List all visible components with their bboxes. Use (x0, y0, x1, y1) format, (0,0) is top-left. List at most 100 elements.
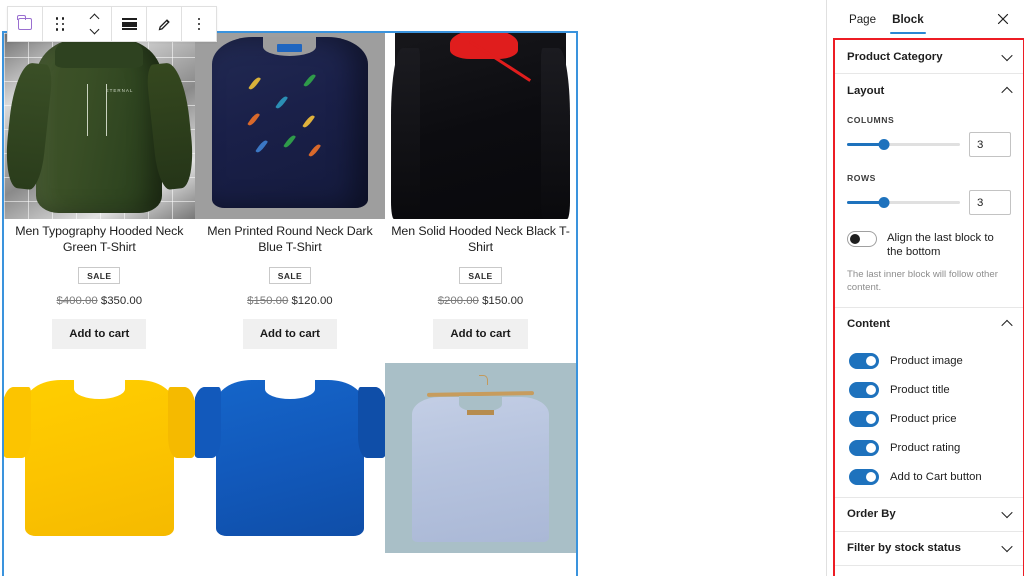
product-image[interactable] (194, 363, 386, 554)
close-settings-button[interactable] (990, 6, 1016, 32)
product-image[interactable] (194, 33, 386, 219)
print-leaf (303, 72, 317, 89)
tab-block[interactable]: Block (884, 0, 932, 38)
product-rating-toggle[interactable] (849, 439, 879, 456)
panel-content-header[interactable]: Content (847, 308, 1013, 341)
rows-number-input[interactable] (969, 190, 1011, 215)
edit-button[interactable] (147, 7, 181, 41)
columns-label: COLUMNS (847, 115, 895, 125)
panel-product-category-header[interactable]: Product Category (847, 40, 1013, 73)
align-button[interactable] (112, 7, 146, 41)
product-card[interactable]: Men Printed Round Neck Dark Blue T-Shirt… (194, 33, 386, 350)
sleeve-left (391, 47, 421, 219)
toolbar-group-align (112, 7, 147, 41)
price-sale: $120.00 (291, 295, 333, 308)
panel-content: Content Product image Product title Prod… (835, 308, 1023, 498)
panel-filter-stock-status: Filter by stock status (835, 532, 1023, 566)
panel-order-by: Order By (835, 498, 1023, 532)
add-to-cart-button[interactable]: Add to cart (242, 319, 337, 350)
block-toolbar[interactable] (7, 6, 217, 42)
product-card[interactable] (4, 363, 195, 554)
columns-number-input[interactable] (969, 132, 1011, 157)
drawstring-left (86, 84, 89, 137)
align-icon (121, 17, 137, 31)
rows-slider[interactable] (847, 196, 960, 210)
product-collection-block[interactable]: ETERNAL Men Typography Hooded Neck Green… (2, 31, 578, 576)
sale-badge: SALE (268, 266, 312, 285)
sleeve-right (540, 47, 570, 219)
panel-advanced-header[interactable]: Advanced (847, 566, 1013, 576)
editor-screen: ETERNAL Men Typography Hooded Neck Green… (0, 0, 1024, 576)
product-image[interactable] (385, 363, 576, 554)
print-leaf (254, 139, 268, 155)
content-toggle-product-price: Product price (847, 410, 1011, 427)
content-label: Product rating (890, 441, 961, 454)
sale-badge: SALE (459, 266, 502, 285)
tab-page[interactable]: Page (841, 0, 884, 38)
product-info: Men Typography Hooded Neck Green T-Shirt… (4, 219, 195, 350)
toggle-knob (866, 413, 876, 424)
align-last-block-toggle[interactable] (847, 231, 877, 247)
hanger-photo-art (385, 363, 576, 554)
more-options-button[interactable] (182, 7, 216, 41)
price-original: $150.00 (247, 295, 289, 308)
content-label: Product image (890, 354, 963, 367)
product-title-toggle[interactable] (849, 381, 879, 398)
product-info: Men Solid Hooded Neck Black T-Shirt SALE… (385, 219, 576, 350)
panel-filter-stock-header[interactable]: Filter by stock status (847, 532, 1013, 565)
product-card[interactable]: Men Solid Hooded Neck Black T-Shirt SALE… (385, 33, 576, 350)
add-to-cart-button[interactable]: Add to cart (433, 319, 528, 350)
product-image[interactable]: ETERNAL (4, 33, 195, 219)
toolbar-group-move (43, 7, 112, 41)
slider-knob[interactable] (878, 139, 890, 150)
move-updown-button[interactable] (77, 7, 111, 41)
product-price-toggle[interactable] (849, 410, 879, 427)
brand-label (277, 43, 303, 53)
panel-layout-header[interactable]: Layout (847, 74, 1013, 107)
product-title[interactable]: Men Solid Hooded Neck Black T-Shirt (391, 223, 570, 256)
toolbar-group-block (8, 7, 43, 41)
panel-order-by-header[interactable]: Order By (847, 498, 1013, 531)
chevron-down-icon (1001, 49, 1013, 61)
black-hoodie-art (391, 33, 570, 219)
collar (264, 378, 316, 400)
panel-content-body: Product image Product title Product pric… (847, 341, 1011, 497)
product-card[interactable] (385, 363, 576, 554)
print-leaf (282, 134, 297, 150)
product-title[interactable]: Men Typography Hooded Neck Green T-Shirt (10, 223, 189, 256)
product-price: $200.00 $150.00 (391, 295, 570, 307)
toggle-knob (866, 471, 876, 482)
drawstring-right (105, 84, 108, 137)
content-label: Product title (890, 383, 950, 396)
collar (74, 378, 125, 400)
drag-handle[interactable] (43, 7, 77, 41)
panel-title: Product Category (847, 50, 943, 63)
sidebar-tabs: Page Block (827, 0, 1024, 38)
price-original: $200.00 (437, 295, 479, 308)
editor-canvas: ETERNAL Men Typography Hooded Neck Green… (0, 0, 826, 576)
add-to-cart-toggle[interactable] (849, 468, 879, 485)
content-label: Add to Cart button (890, 470, 982, 483)
block-type-folder-icon[interactable] (8, 7, 42, 41)
slider-knob[interactable] (878, 197, 890, 208)
align-last-block-row: Align the last block to the bottom (847, 231, 1011, 260)
product-image[interactable] (4, 363, 195, 554)
product-price: $150.00 $120.00 (201, 295, 380, 307)
columns-slider[interactable] (847, 138, 960, 152)
panel-title: Order By (847, 508, 896, 521)
product-card[interactable]: ETERNAL Men Typography Hooded Neck Green… (4, 33, 195, 350)
product-image[interactable] (385, 33, 576, 219)
product-title[interactable]: Men Printed Round Neck Dark Blue T-Shirt (201, 223, 380, 256)
grid-row-gap (4, 349, 576, 363)
kebab-menu-icon (197, 17, 201, 31)
columns-control (847, 132, 1011, 157)
product-card[interactable] (194, 363, 386, 554)
add-to-cart-button[interactable]: Add to cart (52, 319, 147, 350)
product-image-toggle[interactable] (849, 352, 879, 369)
settings-sidebar: Page Block Product Category Layout COLUM… (826, 0, 1024, 576)
pencil-icon (157, 17, 172, 32)
drag-dots-icon (55, 17, 65, 31)
panel-product-category: Product Category (835, 40, 1023, 74)
content-label: Product price (890, 412, 957, 425)
light-blue-shirt (411, 396, 550, 542)
